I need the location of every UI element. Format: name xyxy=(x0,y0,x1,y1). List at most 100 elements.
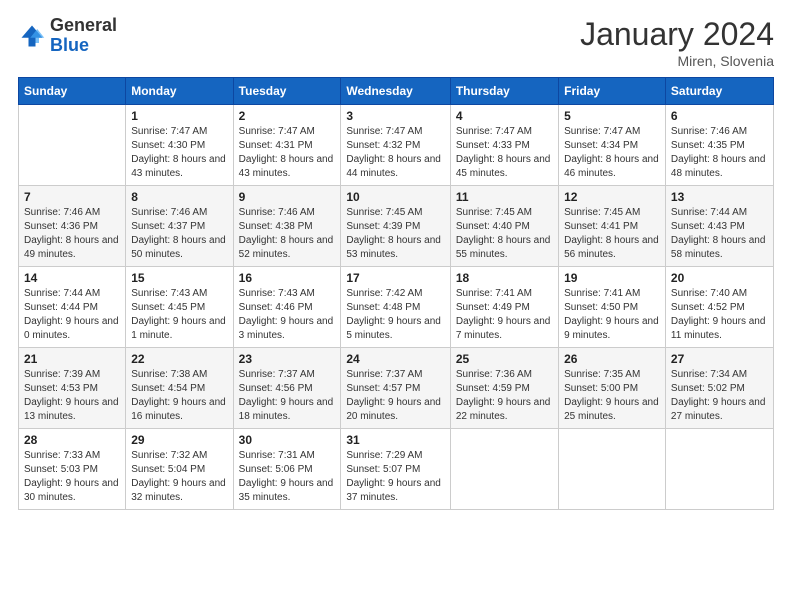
week-row-5: 28Sunrise: 7:33 AMSunset: 5:03 PMDayligh… xyxy=(19,429,774,510)
day-number: 20 xyxy=(671,271,768,285)
week-row-4: 21 Sunrise: 7:39 AMSunset: 4:53 PMDayligh… xyxy=(19,348,774,429)
header-monday: Monday xyxy=(126,78,233,105)
day-detail: Sunrise: 7:38 AMSunset: 4:54 PMDaylight:… xyxy=(131,368,227,424)
page: General Blue January 2024 Miren, Sloveni… xyxy=(0,0,792,612)
day-detail: Sunrise: 7:34 AMSunset: 5:02 PMDaylight:… xyxy=(671,368,768,424)
day-detail: Sunrise: 7:40 AMSunset: 4:52 PMDaylight:… xyxy=(671,287,768,343)
day-number: 5 xyxy=(564,109,660,123)
header-wednesday: Wednesday xyxy=(341,78,451,105)
day-detail: Sunrise: 7:47 AMSunset: 4:34 PMDaylight:… xyxy=(564,125,660,181)
calendar-subtitle: Miren, Slovenia xyxy=(580,53,774,69)
day-detail: Sunrise: 7:45 AMSunset: 4:41 PMDaylight:… xyxy=(564,206,660,262)
day-detail: Sunrise: 7:31 AMSunset: 5:06 PMDaylight:… xyxy=(239,449,336,505)
day-detail: Sunrise: 7:47 AMSunset: 4:31 PMDaylight:… xyxy=(239,125,336,181)
day-detail: Sunrise: 7:36 AMSunset: 4:59 PMDaylight:… xyxy=(456,368,553,424)
day-cell-w2-d0: 7 Sunrise: 7:46 AMSunset: 4:36 PMDaylight… xyxy=(19,186,126,267)
weekday-header-row: Sunday Monday Tuesday Wednesday Thursday… xyxy=(19,78,774,105)
day-number: 21 xyxy=(24,352,120,366)
day-detail: Sunrise: 7:44 AMSunset: 4:44 PMDaylight:… xyxy=(24,287,120,343)
day-number: 30 xyxy=(239,433,336,447)
day-number: 9 xyxy=(239,190,336,204)
day-cell-w1-d5: 5 Sunrise: 7:47 AMSunset: 4:34 PMDaylight… xyxy=(559,105,666,186)
day-detail: Sunrise: 7:32 AMSunset: 5:04 PMDaylight:… xyxy=(131,449,227,505)
day-detail: Sunrise: 7:45 AMSunset: 4:40 PMDaylight:… xyxy=(456,206,553,262)
day-number: 25 xyxy=(456,352,553,366)
day-detail: Sunrise: 7:39 AMSunset: 4:53 PMDaylight:… xyxy=(24,368,120,424)
day-cell-w5-d1: 29 Sunrise: 7:32 AMSunset: 5:04 PMDayligh… xyxy=(126,429,233,510)
logo-general-text: General xyxy=(50,16,117,36)
day-detail: Sunrise: 7:47 AMSunset: 4:33 PMDaylight:… xyxy=(456,125,553,181)
day-cell-w5-d5 xyxy=(559,429,666,510)
day-number: 23 xyxy=(239,352,336,366)
week-row-2: 7 Sunrise: 7:46 AMSunset: 4:36 PMDaylight… xyxy=(19,186,774,267)
logo-blue-text: Blue xyxy=(50,36,117,56)
day-cell-w1-d6: 6Sunrise: 7:46 AMSunset: 4:35 PMDaylight… xyxy=(665,105,773,186)
day-detail: Sunrise: 7:46 AMSunset: 4:36 PMDaylight:… xyxy=(24,206,120,262)
day-detail: Sunrise: 7:43 AMSunset: 4:46 PMDaylight:… xyxy=(239,287,336,343)
day-cell-w1-d2: 2Sunrise: 7:47 AMSunset: 4:31 PMDaylight… xyxy=(233,105,341,186)
day-detail: Sunrise: 7:47 AMSunset: 4:30 PMDaylight:… xyxy=(131,125,227,181)
header-saturday: Saturday xyxy=(665,78,773,105)
day-cell-w5-d0: 28Sunrise: 7:33 AMSunset: 5:03 PMDayligh… xyxy=(19,429,126,510)
day-detail: Sunrise: 7:47 AMSunset: 4:32 PMDaylight:… xyxy=(346,125,445,181)
logo-icon xyxy=(18,22,46,50)
day-cell-w2-d2: 9 Sunrise: 7:46 AMSunset: 4:38 PMDaylight… xyxy=(233,186,341,267)
day-cell-w5-d2: 30 Sunrise: 7:31 AMSunset: 5:06 PMDayligh… xyxy=(233,429,341,510)
day-number: 1 xyxy=(131,109,227,123)
day-number: 12 xyxy=(564,190,660,204)
day-number: 22 xyxy=(131,352,227,366)
day-cell-w2-d5: 12 Sunrise: 7:45 AMSunset: 4:41 PMDayligh… xyxy=(559,186,666,267)
day-cell-w5-d3: 31 Sunrise: 7:29 AMSunset: 5:07 PMDayligh… xyxy=(341,429,451,510)
header-sunday: Sunday xyxy=(19,78,126,105)
calendar-title: January 2024 xyxy=(580,16,774,53)
day-cell-w5-d6 xyxy=(665,429,773,510)
day-cell-w3-d4: 18 Sunrise: 7:41 AMSunset: 4:49 PMDayligh… xyxy=(450,267,558,348)
day-cell-w3-d5: 19Sunrise: 7:41 AMSunset: 4:50 PMDayligh… xyxy=(559,267,666,348)
day-number: 28 xyxy=(24,433,120,447)
day-cell-w5-d4 xyxy=(450,429,558,510)
day-cell-w3-d2: 16Sunrise: 7:43 AMSunset: 4:46 PMDayligh… xyxy=(233,267,341,348)
day-number: 24 xyxy=(346,352,445,366)
day-detail: Sunrise: 7:41 AMSunset: 4:49 PMDaylight:… xyxy=(456,287,553,343)
day-cell-w4-d6: 27 Sunrise: 7:34 AMSunset: 5:02 PMDayligh… xyxy=(665,348,773,429)
day-cell-w4-d4: 25 Sunrise: 7:36 AMSunset: 4:59 PMDayligh… xyxy=(450,348,558,429)
day-cell-w1-d0 xyxy=(19,105,126,186)
day-detail: Sunrise: 7:37 AMSunset: 4:57 PMDaylight:… xyxy=(346,368,445,424)
day-detail: Sunrise: 7:45 AMSunset: 4:39 PMDaylight:… xyxy=(346,206,445,262)
day-number: 17 xyxy=(346,271,445,285)
day-number: 4 xyxy=(456,109,553,123)
day-number: 19 xyxy=(564,271,660,285)
day-detail: Sunrise: 7:46 AMSunset: 4:38 PMDaylight:… xyxy=(239,206,336,262)
day-cell-w2-d1: 8Sunrise: 7:46 AMSunset: 4:37 PMDaylight… xyxy=(126,186,233,267)
day-cell-w2-d6: 13 Sunrise: 7:44 AMSunset: 4:43 PMDayligh… xyxy=(665,186,773,267)
day-cell-w4-d1: 22 Sunrise: 7:38 AMSunset: 4:54 PMDayligh… xyxy=(126,348,233,429)
day-number: 8 xyxy=(131,190,227,204)
title-section: January 2024 Miren, Slovenia xyxy=(580,16,774,69)
day-number: 7 xyxy=(24,190,120,204)
day-cell-w2-d4: 11 Sunrise: 7:45 AMSunset: 4:40 PMDayligh… xyxy=(450,186,558,267)
day-cell-w3-d0: 14 Sunrise: 7:44 AMSunset: 4:44 PMDayligh… xyxy=(19,267,126,348)
day-detail: Sunrise: 7:29 AMSunset: 5:07 PMDaylight:… xyxy=(346,449,445,505)
day-number: 29 xyxy=(131,433,227,447)
day-detail: Sunrise: 7:44 AMSunset: 4:43 PMDaylight:… xyxy=(671,206,768,262)
day-number: 26 xyxy=(564,352,660,366)
calendar-table: Sunday Monday Tuesday Wednesday Thursday… xyxy=(18,77,774,510)
day-cell-w3-d6: 20 Sunrise: 7:40 AMSunset: 4:52 PMDayligh… xyxy=(665,267,773,348)
week-row-3: 14 Sunrise: 7:44 AMSunset: 4:44 PMDayligh… xyxy=(19,267,774,348)
day-number: 10 xyxy=(346,190,445,204)
day-cell-w1-d1: 1 Sunrise: 7:47 AMSunset: 4:30 PMDaylight… xyxy=(126,105,233,186)
day-number: 18 xyxy=(456,271,553,285)
day-number: 27 xyxy=(671,352,768,366)
day-cell-w2-d3: 10 Sunrise: 7:45 AMSunset: 4:39 PMDayligh… xyxy=(341,186,451,267)
header-friday: Friday xyxy=(559,78,666,105)
day-cell-w3-d3: 17 Sunrise: 7:42 AMSunset: 4:48 PMDayligh… xyxy=(341,267,451,348)
day-number: 3 xyxy=(346,109,445,123)
day-number: 31 xyxy=(346,433,445,447)
day-number: 14 xyxy=(24,271,120,285)
day-detail: Sunrise: 7:43 AMSunset: 4:45 PMDaylight:… xyxy=(131,287,227,343)
day-number: 15 xyxy=(131,271,227,285)
day-number: 11 xyxy=(456,190,553,204)
day-cell-w1-d4: 4 Sunrise: 7:47 AMSunset: 4:33 PMDaylight… xyxy=(450,105,558,186)
day-number: 13 xyxy=(671,190,768,204)
day-detail: Sunrise: 7:42 AMSunset: 4:48 PMDaylight:… xyxy=(346,287,445,343)
